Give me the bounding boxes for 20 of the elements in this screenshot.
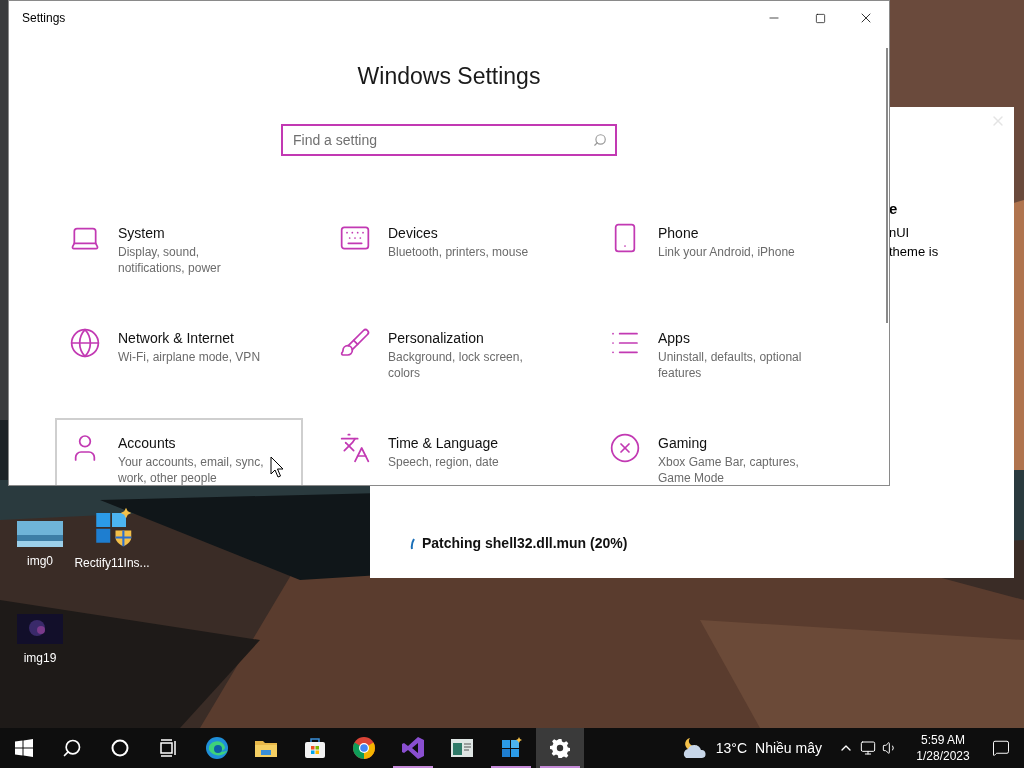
settings-icon (550, 738, 570, 758)
weather-icon (681, 736, 708, 760)
clock-time: 5:59 AM (921, 732, 965, 748)
search-icon (62, 738, 82, 758)
window-app-icon (450, 736, 474, 760)
visual-studio-icon (401, 736, 425, 760)
chrome-icon (352, 736, 376, 760)
weather-text[interactable]: Nhiều mây (755, 737, 822, 759)
temperature-text[interactable]: 13°C (715, 737, 748, 759)
taskbar-button[interactable] (536, 728, 584, 768)
clock-date: 1/28/2023 (916, 748, 970, 764)
windows-sparkle-icon (499, 736, 523, 760)
edge-icon (205, 736, 229, 760)
network-icon[interactable] (860, 740, 876, 756)
notifications-icon[interactable] (992, 739, 1010, 757)
clock[interactable]: 5:59 AM 1/28/2023 (908, 732, 978, 764)
store-icon (303, 736, 327, 760)
task-view-icon (158, 738, 178, 758)
windows-logo-icon (15, 739, 33, 757)
circle-icon (111, 739, 129, 757)
